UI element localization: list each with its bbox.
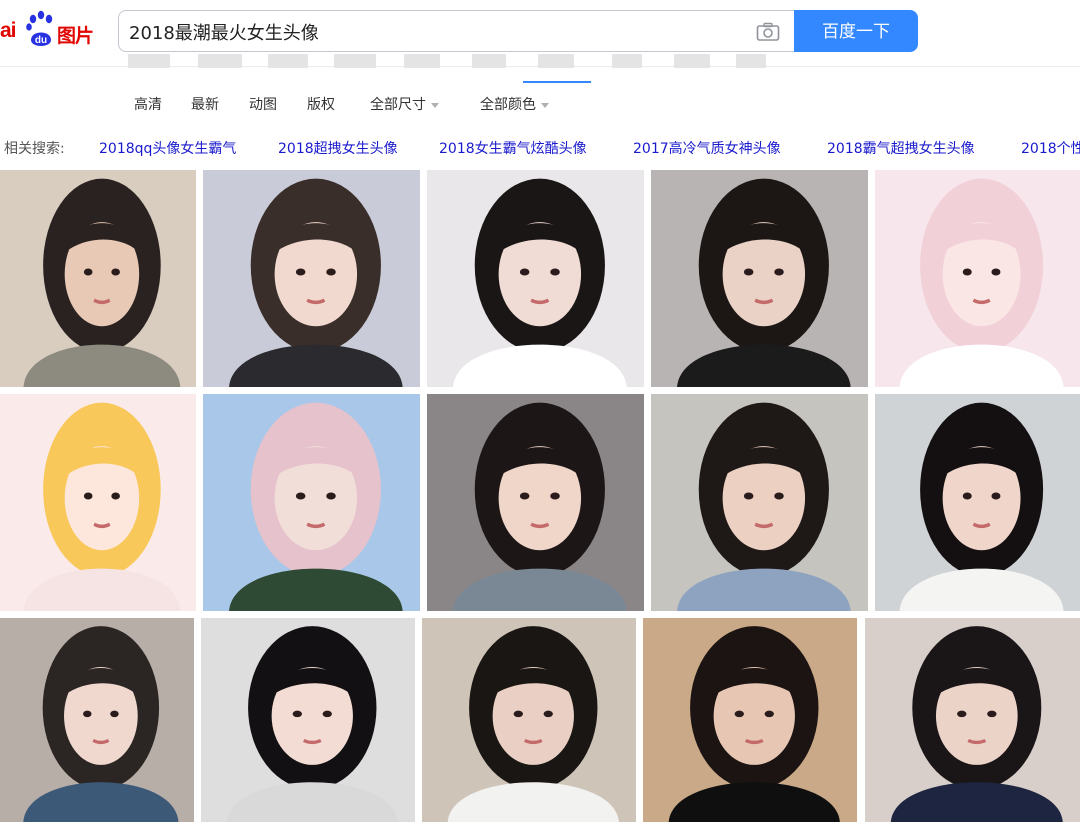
filter-latest[interactable]: 最新 <box>191 94 219 114</box>
filter-bar: 高清 最新 动图 版权 全部尺寸 全部颜色 <box>0 88 1080 120</box>
photo-girl-glasses <box>651 170 868 387</box>
related-link[interactable]: 2017高冷气质女神头像 <box>633 138 781 158</box>
image-thumbnail[interactable] <box>0 618 194 822</box>
photo-girl-long-hair-white <box>875 394 1080 611</box>
filter-size-dropdown[interactable]: 全部尺寸 <box>370 94 439 114</box>
channel-tab[interactable] <box>404 54 440 68</box>
photo-girl-mirror-selfie <box>0 170 196 387</box>
photo-girl-black-hair-smile <box>201 618 415 822</box>
channel-tab[interactable] <box>472 54 506 68</box>
channel-tab[interactable] <box>736 54 766 68</box>
search-button[interactable]: 百度一下 <box>794 10 918 52</box>
related-searches: 相关搜索: 2018qq头像女生霸气 2018超拽女生头像 2018女生霸气炫酷… <box>0 132 1080 162</box>
photo-girl-peace-sign <box>427 394 644 611</box>
image-thumbnail[interactable] <box>643 618 857 822</box>
image-thumbnail[interactable] <box>0 170 196 387</box>
channel-tab[interactable] <box>334 54 376 68</box>
channel-tab[interactable] <box>198 54 242 68</box>
channel-tab[interactable] <box>268 54 308 68</box>
related-link[interactable]: 2018霸气超拽女生头像 <box>827 138 975 158</box>
channel-tab[interactable] <box>674 54 710 68</box>
logo-text-prefix: ai <box>0 19 16 42</box>
photo-girl-lying-in-bed <box>427 170 644 387</box>
logo-text-suffix: 图片 <box>57 25 94 47</box>
search-input[interactable] <box>127 17 731 47</box>
image-thumbnail[interactable] <box>865 618 1080 822</box>
photo-girl-short-hair <box>0 618 194 822</box>
related-link[interactable]: 2018个性 <box>1021 138 1080 158</box>
chevron-down-icon <box>431 102 439 108</box>
svg-text:du: du <box>35 35 47 46</box>
image-thumbnail[interactable] <box>427 170 644 387</box>
filter-copyright[interactable]: 版权 <box>307 94 335 114</box>
channel-tab-images[interactable] <box>538 54 574 68</box>
channel-tab[interactable] <box>128 54 170 68</box>
image-thumbnail[interactable] <box>203 394 420 611</box>
image-thumbnail[interactable] <box>201 618 415 822</box>
image-thumbnail[interactable] <box>651 170 868 387</box>
filter-color-dropdown[interactable]: 全部颜色 <box>480 94 549 114</box>
photo-girl-pink-hair <box>875 170 1080 387</box>
image-thumbnail[interactable] <box>875 394 1080 611</box>
search-box <box>118 10 794 52</box>
photo-girl-sailor-uniform <box>865 618 1080 822</box>
image-thumbnail[interactable] <box>875 170 1080 387</box>
image-thumbnail[interactable] <box>0 394 196 611</box>
camera-icon[interactable] <box>756 22 780 42</box>
related-link[interactable]: 2018qq头像女生霸气 <box>99 138 236 158</box>
image-thumbnail[interactable] <box>427 394 644 611</box>
related-link[interactable]: 2018女生霸气炫酷头像 <box>439 138 587 158</box>
photo-girl-profile-ponytail <box>203 170 420 387</box>
photo-girl-with-cat <box>203 394 420 611</box>
baidu-images-logo[interactable]: ai du 图片 <box>0 6 112 56</box>
photo-girl-smiling-blue-tee <box>651 394 868 611</box>
related-link[interactable]: 2018超拽女生头像 <box>278 138 398 158</box>
image-thumbnail[interactable] <box>651 394 868 611</box>
filter-animated[interactable]: 动图 <box>249 94 277 114</box>
photo-girl-white-shirt <box>422 618 636 822</box>
filter-hd[interactable]: 高清 <box>134 94 162 114</box>
active-tab-indicator <box>523 81 591 83</box>
channel-tab[interactable] <box>612 54 642 68</box>
image-thumbnail[interactable] <box>422 618 636 822</box>
chevron-down-icon <box>541 102 549 108</box>
photo-girl-phone-selfie <box>643 618 857 822</box>
image-thumbnail[interactable] <box>203 170 420 387</box>
related-searches-label: 相关搜索: <box>4 141 65 157</box>
anime-girl-blonde <box>0 394 196 611</box>
channel-tabs <box>0 54 1080 84</box>
